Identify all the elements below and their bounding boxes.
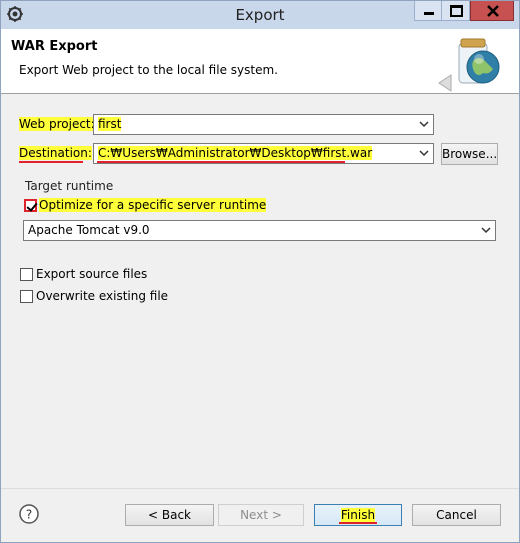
close-icon [487,5,499,17]
chevron-down-icon [481,227,491,234]
help-icon[interactable]: ? [19,504,39,524]
optimize-label: Optimize for a specific server runtime [39,198,267,212]
cancel-button[interactable]: Cancel [412,504,501,526]
web-project-value: first [98,117,122,131]
export-source-label: Export source files [36,267,148,281]
close-button[interactable] [470,1,514,21]
maximize-button[interactable] [442,1,470,21]
back-button[interactable]: < Back [125,504,214,526]
annotation-underline [339,522,377,524]
next-button[interactable]: Next > [218,504,304,526]
overwrite-label: Overwrite existing file [36,289,169,303]
title-bar[interactable]: Export [1,1,519,29]
banner-title: WAR Export [11,39,98,54]
chevron-down-icon [419,150,429,157]
export-dialog: Export WAR Export Export Web project to … [0,0,520,543]
export-source-checkbox[interactable] [20,268,33,281]
web-project-label: Web project: [19,117,95,131]
annotation-underline [97,161,345,163]
minimize-button[interactable] [414,1,442,21]
overwrite-checkbox[interactable] [20,290,33,303]
finish-button-label: Finish [340,508,376,522]
footer-divider [1,488,519,489]
destination-label: Destination: [19,146,92,160]
header-banner: WAR Export Export Web project to the loc… [1,29,519,94]
server-runtime-value: Apache Tomcat v9.0 [28,223,150,237]
server-runtime-select[interactable]: Apache Tomcat v9.0 [23,220,496,241]
browse-button[interactable]: Browse... [441,143,498,165]
web-project-combo[interactable]: first [93,114,434,135]
war-export-globe-icon [438,38,500,92]
svg-text:?: ? [26,508,32,522]
annotation-underline [19,161,83,163]
destination-value: C:₩Users₩Administrator₩Desktop₩first.war [98,146,373,160]
optimize-checkbox[interactable] [24,199,37,212]
chevron-down-icon [419,121,429,128]
banner-description: Export Web project to the local file sys… [19,63,278,77]
